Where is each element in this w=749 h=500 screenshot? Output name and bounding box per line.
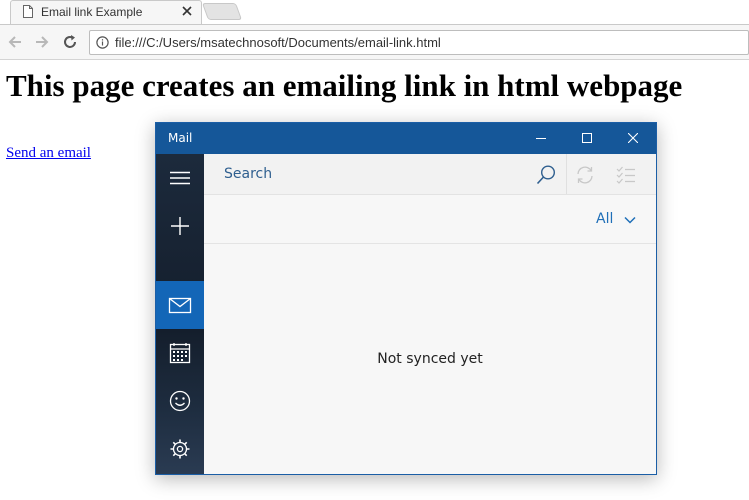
mail-titlebar[interactable]: Mail: [156, 123, 656, 154]
page-heading: This page creates an emailing link in ht…: [6, 68, 683, 103]
minimize-icon: [536, 138, 546, 139]
new-mail-button[interactable]: [156, 202, 204, 250]
feedback-nav-button[interactable]: [156, 377, 204, 425]
filter-dropdown[interactable]: All: [596, 211, 613, 227]
search-bar: Search: [204, 154, 656, 195]
mail-title: Mail: [168, 131, 193, 145]
header-divider: [204, 243, 656, 244]
settings-nav-button[interactable]: [156, 425, 204, 473]
url-text: file:///C:/Users/msatechnosoft/Documents…: [115, 35, 441, 50]
close-button[interactable]: [610, 123, 656, 154]
chevron-down-icon[interactable]: [624, 215, 636, 225]
gear-icon: [170, 439, 190, 459]
browser-toolbar: file:///C:/Users/msatechnosoft/Documents…: [0, 24, 749, 60]
reload-icon[interactable]: [61, 33, 79, 51]
mail-nav-rail: [156, 154, 204, 474]
tab-title: Email link Example: [41, 5, 143, 19]
smiley-icon: [169, 390, 191, 412]
mail-window: Mail Search All Not synced yet: [155, 122, 657, 475]
forward-icon[interactable]: [33, 33, 51, 51]
mail-icon: [168, 297, 192, 314]
select-mode-icon[interactable]: [615, 164, 637, 186]
sync-icon[interactable]: [574, 164, 596, 186]
search-input[interactable]: Search: [224, 166, 272, 182]
back-icon[interactable]: [6, 33, 24, 51]
new-tab-button[interactable]: [201, 3, 243, 20]
maximize-button[interactable]: [564, 123, 610, 154]
mail-nav-button[interactable]: [156, 281, 204, 329]
tab-strip: Email link Example: [0, 0, 749, 24]
send-email-link[interactable]: Send an email: [6, 145, 91, 162]
empty-state-message: Not synced yet: [377, 351, 483, 367]
document-icon: [23, 5, 33, 18]
address-bar[interactable]: file:///C:/Users/msatechnosoft/Documents…: [89, 30, 749, 55]
browser-tab[interactable]: Email link Example: [10, 0, 202, 24]
close-icon: [628, 133, 638, 143]
info-icon[interactable]: [96, 36, 109, 49]
hamburger-button[interactable]: [156, 154, 204, 202]
minimize-button[interactable]: [518, 123, 564, 154]
search-icon[interactable]: [535, 164, 557, 186]
hamburger-icon: [170, 171, 190, 185]
close-tab-icon[interactable]: [181, 5, 193, 17]
calendar-nav-button[interactable]: [156, 329, 204, 377]
calendar-icon: [169, 343, 191, 364]
maximize-icon: [582, 133, 592, 143]
mail-content-pane: Search All Not synced yet: [204, 154, 656, 474]
search-separator: [566, 154, 567, 194]
plus-icon: [171, 217, 189, 235]
